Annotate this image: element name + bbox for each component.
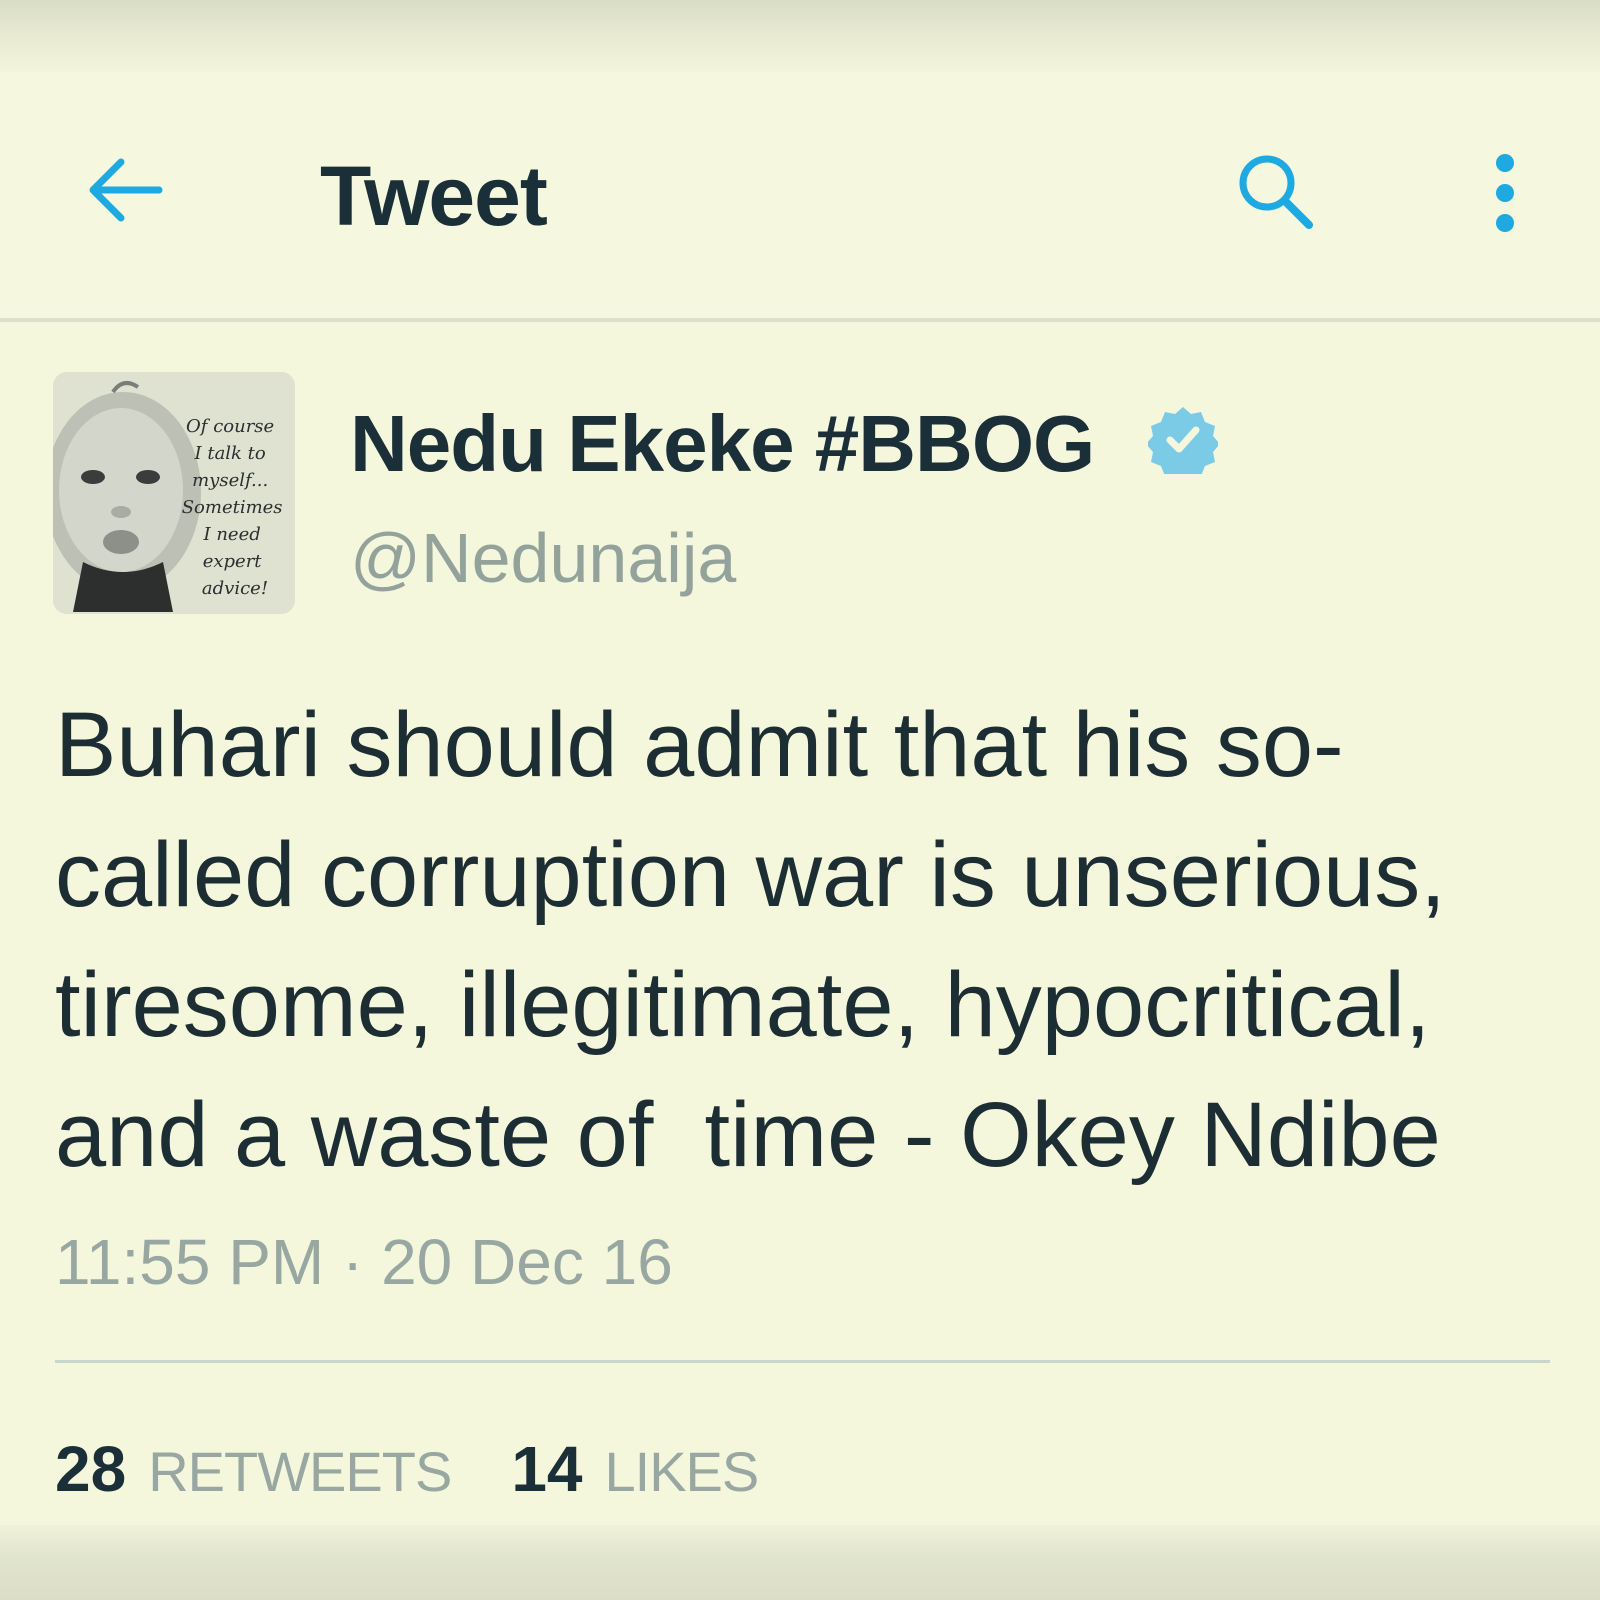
tweet-timestamp: 11:55 PM · 20 Dec 16 [55, 1226, 673, 1298]
author-name[interactable]: Nedu Ekeke #BBOG [350, 398, 1095, 490]
page-title: Tweet [320, 149, 548, 243]
app-header [0, 72, 1600, 322]
author-handle[interactable]: @Nedunaija [350, 518, 736, 598]
tweet-stats: 28 RETWEETS 14 LIKES [55, 1432, 760, 1506]
arrow-left-icon [89, 158, 163, 222]
more-vertical-icon [1496, 154, 1514, 232]
more-options-button[interactable] [1480, 148, 1530, 238]
search-button[interactable] [1232, 148, 1322, 238]
tweet-detail-screen: Tweet Of course I talk to myself... Some… [0, 0, 1600, 1600]
retweets-count: 28 [55, 1433, 127, 1505]
top-shadow [0, 0, 1600, 72]
tweet-text: Buhari should admit that his so- called … [55, 694, 1446, 1186]
bottom-shadow [0, 1525, 1600, 1600]
verified-badge-icon [1148, 407, 1218, 474]
retweets-label: RETWEETS [148, 1440, 452, 1503]
retweets-stat[interactable]: 28 RETWEETS [55, 1432, 452, 1506]
divider [55, 1360, 1550, 1363]
baby-avatar-image: Of course I talk to myself... Sometimes … [53, 372, 295, 614]
back-button[interactable] [80, 150, 170, 230]
likes-count: 14 [511, 1433, 583, 1505]
avatar[interactable]: Of course I talk to myself... Sometimes … [53, 372, 295, 614]
search-icon [1239, 155, 1313, 229]
likes-label: LIKES [604, 1440, 760, 1503]
likes-stat[interactable]: 14 LIKES [511, 1432, 760, 1506]
